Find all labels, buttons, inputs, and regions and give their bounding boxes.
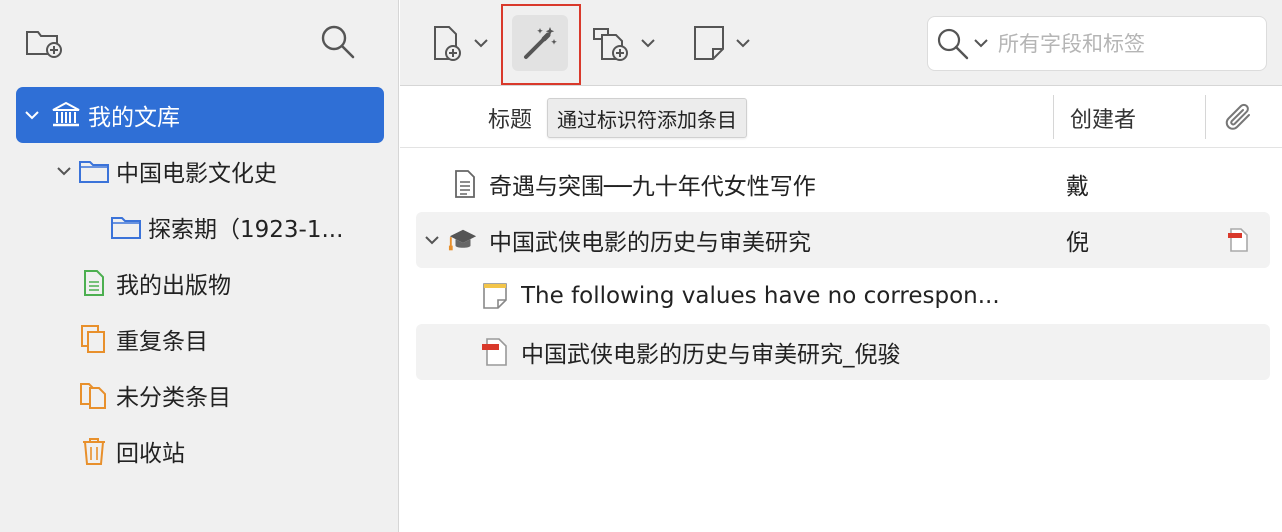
toolbar <box>400 0 1282 86</box>
collections-pane: 我的文库 中国电影文化史 探索期（1923-1... 我的出版物 重复条目 未分… <box>0 0 399 532</box>
item-creator: 倪 <box>1066 230 1089 256</box>
chevron-down-icon <box>474 39 488 48</box>
pdf-icon <box>480 337 510 367</box>
tree-item-label: 我的出版物 <box>116 273 231 299</box>
trash-icon <box>78 435 110 467</box>
collection-search-button[interactable] <box>318 22 358 62</box>
chevron-down-icon[interactable] <box>54 161 74 181</box>
item-search-field[interactable] <box>927 16 1267 71</box>
tooltip: 通过标识符添加条目 <box>547 98 747 138</box>
item-row[interactable]: 奇遇与突围──九十年代女性写作 戴 <box>416 156 1270 212</box>
chevron-down-icon <box>974 39 988 48</box>
note-icon <box>694 26 724 60</box>
tree-item-label: 回收站 <box>116 441 185 467</box>
tree-item-label: 重复条目 <box>116 329 208 355</box>
new-collection-icon <box>26 31 62 58</box>
document-icon <box>450 169 480 199</box>
tree-item-label: 中国电影文化史 <box>116 161 277 187</box>
tree-item-duplicates[interactable]: 重复条目 <box>16 311 384 367</box>
tree-item-my-library[interactable]: 我的文库 <box>16 87 384 143</box>
tree-item-subcollection[interactable]: 探索期（1923-1... <box>16 199 384 255</box>
column-header-attachments[interactable] <box>1222 87 1256 148</box>
add-by-identifier-button[interactable] <box>512 15 568 71</box>
add-attachment-button[interactable] <box>586 15 660 71</box>
tree-item-label: 未分类条目 <box>116 385 231 411</box>
chevron-down-icon <box>641 39 655 48</box>
search-icon <box>937 28 969 59</box>
publications-icon <box>78 267 110 299</box>
chevron-down-icon <box>736 39 750 48</box>
search-mode-button[interactable] <box>936 27 998 61</box>
tree-item-trash[interactable]: 回收站 <box>16 423 384 479</box>
item-title: The following values have no correspon..… <box>521 283 1000 309</box>
attachment-add-icon <box>593 28 628 61</box>
item-title: 奇遇与突围──九十年代女性写作 <box>489 174 816 200</box>
column-header-row: 标题 创建者 <box>400 87 1282 148</box>
note-icon <box>480 281 510 311</box>
new-collection-button[interactable] <box>24 22 64 62</box>
item-creator: 戴 <box>1066 174 1089 200</box>
tree-item-label: 我的文库 <box>88 105 180 131</box>
new-item-icon <box>434 26 461 61</box>
search-input[interactable] <box>998 31 1258 56</box>
folder-icon <box>78 155 110 187</box>
items-pane: 标题 创建者 奇遇与突围──九十年代女性写作 戴 中国武侠电影的历史与审美研究 … <box>400 0 1282 532</box>
chevron-down-icon[interactable] <box>22 105 42 125</box>
pdf-icon[interactable] <box>1224 225 1254 255</box>
new-note-button[interactable] <box>686 15 756 71</box>
library-icon <box>50 99 82 131</box>
thesis-icon <box>448 225 478 255</box>
tree-item-unfiled[interactable]: 未分类条目 <box>16 367 384 423</box>
item-title: 中国武侠电影的历史与审美研究_倪骏 <box>521 342 901 368</box>
item-title: 中国武侠电影的历史与审美研究 <box>489 230 811 256</box>
tree-item-label: 探索期（1923-1... <box>148 217 344 243</box>
magic-wand-icon <box>524 27 557 59</box>
item-row[interactable]: 中国武侠电影的历史与审美研究 倪 <box>416 212 1270 268</box>
duplicates-icon <box>78 323 110 355</box>
new-item-button[interactable] <box>422 15 494 71</box>
column-divider[interactable] <box>1205 95 1206 139</box>
column-header-title[interactable]: 标题 <box>488 87 532 148</box>
column-divider[interactable] <box>1053 95 1054 139</box>
unfiled-icon <box>78 379 110 411</box>
folder-icon <box>110 211 142 243</box>
tree-item-collection[interactable]: 中国电影文化史 <box>16 143 384 199</box>
child-item-row[interactable]: The following values have no correspon..… <box>416 268 1270 324</box>
chevron-down-icon[interactable] <box>422 230 442 250</box>
column-header-creator[interactable]: 创建者 <box>1070 87 1136 148</box>
child-item-row[interactable]: 中国武侠电影的历史与审美研究_倪骏 <box>416 324 1270 380</box>
paperclip-icon <box>1225 103 1250 130</box>
search-icon <box>321 25 355 59</box>
tree-item-my-publications[interactable]: 我的出版物 <box>16 255 384 311</box>
